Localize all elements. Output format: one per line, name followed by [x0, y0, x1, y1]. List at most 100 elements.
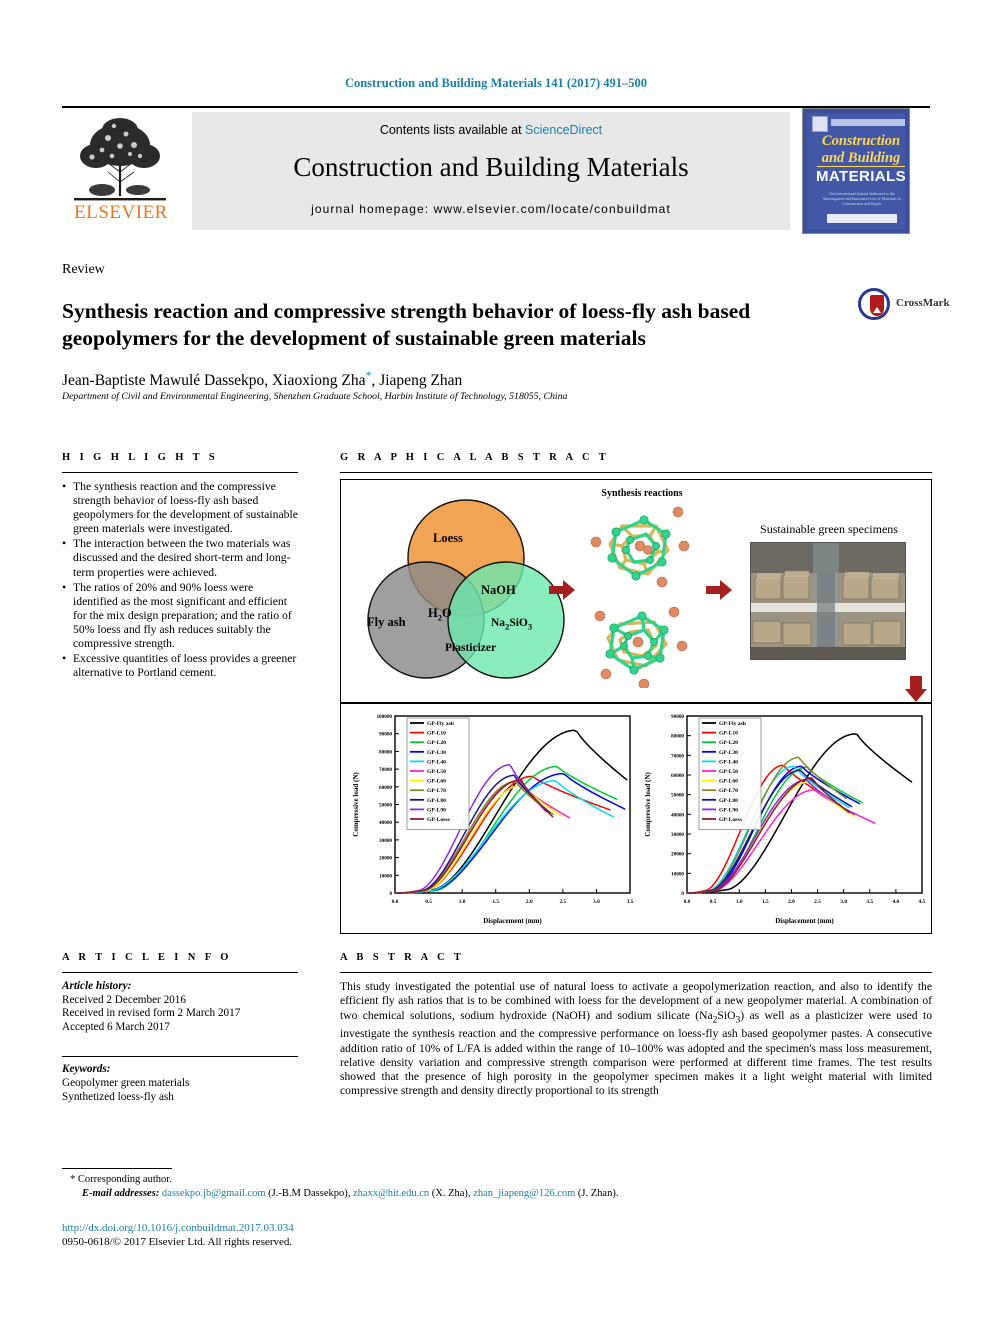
svg-text:70000: 70000 — [671, 753, 684, 759]
svg-text:0.0: 0.0 — [392, 899, 399, 905]
highlights-list: The synthesis reaction and the compressi… — [62, 479, 298, 680]
corresponding-author-note: * Corresponding author. — [70, 1174, 172, 1185]
venn-label-h2o: H2O — [428, 606, 452, 623]
svg-text:0.0: 0.0 — [684, 899, 691, 905]
svg-text:80000: 80000 — [379, 749, 392, 755]
svg-text:80000: 80000 — [671, 734, 684, 740]
graphical-abstract-divider-line — [341, 702, 931, 704]
chart-compressive-load-right: 0.0 0.5 1.0 1.5 2.0 2.5 3.0 3.5 4.0 4.5 0 10000 2000… — [639, 708, 930, 931]
svg-text:1.5: 1.5 — [492, 899, 499, 905]
svg-text:2.5: 2.5 — [814, 899, 821, 905]
svg-text:GP-L80: GP-L80 — [427, 798, 446, 804]
svg-text:60000: 60000 — [671, 773, 684, 779]
svg-text:Compressive load (N): Compressive load (N) — [352, 772, 360, 837]
journal-title: Construction and Building Materials — [293, 152, 689, 182]
list-item: The synthesis reaction and the compressi… — [62, 479, 298, 536]
highlights-heading: H I G H L I G H T S — [62, 452, 219, 463]
svg-text:30000: 30000 — [671, 832, 684, 838]
list-item: The interaction between the two material… — [62, 536, 298, 579]
svg-text:GP-Loess: GP-Loess — [427, 817, 451, 823]
journal-banner: Contents lists available at ScienceDirec… — [192, 112, 790, 230]
molecular-cage-icon — [590, 506, 690, 588]
cover-line-2: and Building — [821, 150, 901, 166]
svg-text:GP-L70: GP-L70 — [719, 788, 738, 794]
crossmark-label: CrossMark — [896, 297, 950, 309]
svg-text:Compressive load (N): Compressive load (N) — [644, 772, 652, 837]
cover-line-1: Construction — [821, 133, 901, 149]
svg-text:20000: 20000 — [379, 856, 392, 862]
svg-text:1.0: 1.0 — [459, 899, 466, 905]
svg-text:2.0: 2.0 — [788, 899, 795, 905]
svg-text:4.0: 4.0 — [893, 899, 900, 905]
email-link-3[interactable]: zhan_jiapeng@126.com — [473, 1188, 575, 1199]
svg-text:1.0: 1.0 — [736, 899, 743, 905]
crossmark-arrow-icon — [873, 307, 881, 313]
page-title: Synthesis reaction and compressive stren… — [62, 299, 751, 351]
svg-text:GP-L10: GP-L10 — [719, 731, 738, 737]
svg-text:GP-L80: GP-L80 — [719, 798, 738, 804]
email-link-1[interactable]: dassekpo.jb@gmail.com — [162, 1188, 266, 1199]
svg-text:100000: 100000 — [376, 714, 392, 720]
svg-text:GP-Fly ash: GP-Fly ash — [719, 721, 747, 727]
author-list: Jean-Baptiste Mawulé Dassekpo, Xiaoxiong… — [62, 368, 462, 390]
svg-text:0: 0 — [681, 891, 684, 897]
svg-text:0.5: 0.5 — [710, 899, 717, 905]
svg-text:GP-L10: GP-L10 — [427, 731, 446, 737]
svg-text:20000: 20000 — [671, 852, 684, 858]
svg-text:GP-Fly ash: GP-Fly ash — [427, 721, 455, 727]
specimens-photo-svg — [751, 543, 905, 659]
svg-text:Displacement (mm): Displacement (mm) — [775, 917, 834, 925]
venn-label-fly-ash: Fly ash — [367, 615, 406, 629]
abstract-heading: A B S T R A C T — [340, 952, 465, 963]
copyright-line: 0950-0618/© 2017 Elsevier Ltd. All right… — [62, 1236, 293, 1248]
svg-text:GP-L60: GP-L60 — [427, 779, 446, 785]
corresponding-marker: * — [70, 1174, 76, 1185]
svg-text:3.5: 3.5 — [866, 899, 873, 905]
author-names-tail: , Jiapeng Zhan — [371, 372, 463, 390]
svg-text:4.5: 4.5 — [919, 899, 926, 905]
svg-text:GP-L60: GP-L60 — [719, 779, 738, 785]
sciencedirect-link[interactable]: ScienceDirect — [525, 123, 602, 137]
graphical-abstract-figure: Loess Fly ash NaOH H2O Na2SiO3 Plasticiz… — [340, 479, 932, 934]
elsevier-wordmark: ELSEVIER — [74, 202, 168, 223]
abstract-divider — [340, 972, 932, 973]
cover-footer-block — [827, 214, 897, 223]
article-history-revised: Received in revised form 2 March 2017 — [62, 1007, 241, 1020]
specimens-title: Sustainable green specimens — [760, 522, 898, 536]
doi-link[interactable]: http://dx.doi.org/10.1016/j.conbuildmat.… — [62, 1222, 294, 1234]
email-owner-2: (X. Zha), — [431, 1188, 471, 1199]
cover-topbar — [831, 119, 905, 126]
svg-text:GP-Loess: GP-Loess — [719, 817, 743, 823]
cover-badge-icon — [812, 116, 828, 132]
crossmark-badge[interactable]: CrossMark — [858, 288, 950, 322]
svg-text:GP-L30: GP-L30 — [719, 750, 738, 756]
synthesis-reactions-title: Synthesis reactions — [601, 488, 683, 499]
venn-svg — [367, 499, 565, 679]
article-history-accepted: Accepted 6 March 2017 — [62, 1020, 170, 1033]
chart-compressive-load-left: 0.0 0.5 1.0 1.5 2.0 2.5 3.0 3.5 0 10000 20000 30000… — [347, 708, 638, 931]
graphical-abstract-top: Loess Fly ash NaOH H2O Na2SiO3 Plasticiz… — [341, 480, 931, 702]
svg-text:40000: 40000 — [671, 812, 684, 818]
svg-text:GP-L90: GP-L90 — [719, 807, 738, 813]
email-link-2[interactable]: zhaxx@hit.edu.cn — [353, 1188, 429, 1199]
corresponding-text: Corresponding author. — [77, 1174, 172, 1185]
graphical-abstract-divider — [340, 472, 932, 473]
svg-text:1.5: 1.5 — [762, 899, 769, 905]
charts-container: 0.0 0.5 1.0 1.5 2.0 2.5 3.0 3.5 0 10000 20000 30000… — [341, 706, 931, 933]
svg-text:2.0: 2.0 — [526, 899, 533, 905]
keywords-label: Keywords: — [62, 1063, 111, 1076]
venn-label-loess: Loess — [433, 531, 463, 545]
svg-text:GP-L40: GP-L40 — [427, 759, 446, 765]
svg-text:GP-L30: GP-L30 — [427, 750, 446, 756]
contents-prefix: Contents lists available at — [379, 123, 526, 137]
svg-text:GP-L70: GP-L70 — [427, 788, 446, 794]
article-history-block: Article history: Received 2 December 201… — [62, 980, 298, 1034]
highlights-divider — [62, 472, 298, 473]
venn-label-naoh: NaOH — [481, 583, 516, 597]
svg-text:50000: 50000 — [671, 793, 684, 799]
article-history-label: Article history: — [62, 980, 132, 992]
svg-text:60000: 60000 — [379, 785, 392, 791]
list-item: Excessive quantities of loess provides a… — [62, 651, 298, 680]
email-addresses-note: E-mail addresses: dassekpo.jb@gmail.com … — [82, 1188, 618, 1199]
journal-homepage-link[interactable]: journal homepage: www.elsevier.com/locat… — [192, 202, 790, 216]
